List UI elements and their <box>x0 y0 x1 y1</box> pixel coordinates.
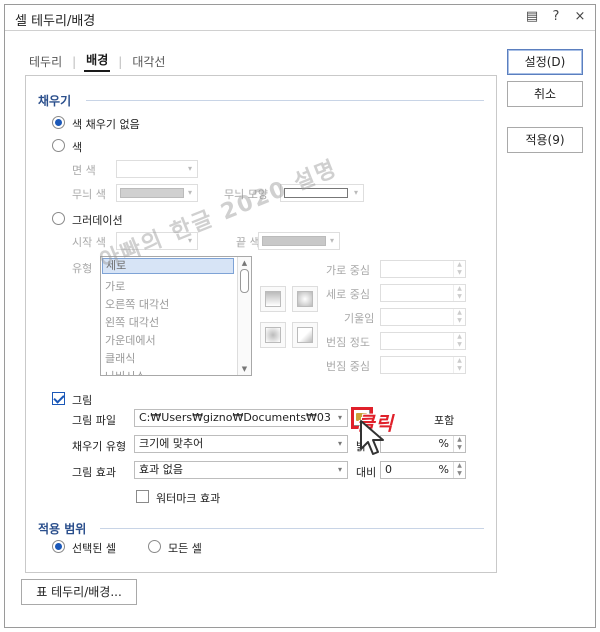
watermark-checkbox[interactable] <box>136 490 149 503</box>
list-item[interactable]: 가로 <box>105 278 125 294</box>
face-color-label: 면 색 <box>72 164 96 177</box>
no-fill-label: 색 채우기 없음 <box>72 118 140 131</box>
tilt-spin[interactable]: ▲ ▼ <box>380 308 466 326</box>
v-center-spin[interactable]: ▲ ▼ <box>380 284 466 302</box>
picture-file-combo[interactable]: C:₩Users₩gizno₩Documents₩03 ▾ <box>134 409 348 427</box>
tab-background[interactable]: 배경 <box>84 51 111 72</box>
no-fill-radio[interactable] <box>52 116 65 129</box>
blur-center-spin[interactable]: ▲ ▼ <box>380 356 466 374</box>
contrast-spin[interactable]: 0 % ▲ ▼ <box>380 461 466 479</box>
table-border-background-button[interactable]: 표 테두리/배경... <box>21 579 137 605</box>
h-center-label: 가로 중심 <box>326 264 370 277</box>
end-color-label: 끝 색 <box>236 236 260 249</box>
picture-effect-combo[interactable]: 효과 없음 ▾ <box>134 461 348 479</box>
selected-cells-radio[interactable] <box>52 540 65 553</box>
dialog-title: 셀 테두리/배경 <box>15 14 96 29</box>
apply-scope-title: 적용 범위 <box>38 522 87 536</box>
pattern-color-label: 무늬 색 <box>72 188 106 201</box>
question-icon[interactable]: ? <box>549 9 563 24</box>
gradient-radio[interactable] <box>52 212 65 225</box>
list-item[interactable]: 왼쪽 대각선 <box>105 314 159 330</box>
tab-border[interactable]: 테두리 <box>27 53 64 70</box>
mouse-cursor-icon <box>360 420 384 455</box>
gradient-label: 그러데이션 <box>72 214 123 227</box>
list-item[interactable]: 가운데에서 <box>105 332 156 348</box>
gradient-preview-tile[interactable] <box>292 322 318 348</box>
tab-strip: 테두리 | 배경 | 대각선 <box>27 51 167 72</box>
cancel-button[interactable]: 취소 <box>507 81 583 107</box>
blur-level-label: 번짐 정도 <box>326 336 370 349</box>
fill-type-combo[interactable]: 크기에 맞추어 ▾ <box>134 435 348 453</box>
all-cells-radio[interactable] <box>148 540 161 553</box>
scroll-thumb[interactable] <box>240 269 249 293</box>
pattern-color-combo[interactable]: ▾ <box>116 184 198 202</box>
list-item[interactable]: 클래식 <box>105 350 135 366</box>
blur-center-label: 번짐 중심 <box>326 360 370 373</box>
color-radio[interactable] <box>52 139 65 152</box>
watermark-label: 워터마크 효과 <box>156 492 221 505</box>
list-item[interactable]: 나비시스 <box>105 368 145 375</box>
list-scrollbar[interactable]: ▲ ▼ <box>237 257 251 375</box>
ok-button[interactable]: 설정(D) <box>507 49 583 75</box>
help-panel-icon[interactable]: ▤ <box>525 9 539 24</box>
h-center-spin[interactable]: ▲ ▼ <box>380 260 466 278</box>
title-bar: 셀 테두리/배경 ▤ ? × <box>5 5 595 31</box>
scroll-down-icon[interactable]: ▼ <box>238 363 251 375</box>
contrast-label: 대비 <box>356 466 377 479</box>
list-item[interactable]: 오른쪽 대각선 <box>105 296 169 312</box>
blur-level-spin[interactable]: ▲ ▼ <box>380 332 466 350</box>
fill-section-title: 채우기 <box>38 94 72 108</box>
title-icons: ▤ ? × <box>525 9 587 24</box>
end-color-combo[interactable]: ▾ <box>258 232 340 250</box>
gradient-preview-tile[interactable] <box>260 286 286 312</box>
tab-diagonal[interactable]: 대각선 <box>130 53 167 70</box>
picture-file-label: 그림 파일 <box>72 414 116 427</box>
brightness-spin[interactable]: % ▲ ▼ <box>380 435 466 453</box>
fill-type-label: 채우기 유형 <box>72 440 127 453</box>
picture-checkbox[interactable] <box>52 392 65 405</box>
gradient-preview-tile[interactable] <box>292 286 318 312</box>
gradient-preview-tile[interactable] <box>260 322 286 348</box>
color-label: 색 <box>72 141 83 154</box>
picture-label: 그림 <box>72 394 93 407</box>
picture-file-path: C:₩Users₩gizno₩Documents₩03 <box>139 411 331 424</box>
background-panel: 채우기 색 채우기 없음 색 면 색 ▾ 무늬 색 ▾ 무늬 모양 ▾ 그러데이… <box>25 75 497 573</box>
selected-cells-label: 선택된 셀 <box>72 542 116 555</box>
tilt-label: 기울임 <box>344 312 375 325</box>
v-center-label: 세로 중심 <box>326 288 370 301</box>
apply-button[interactable]: 적용(9) <box>507 127 583 153</box>
face-color-combo[interactable]: ▾ <box>116 160 198 178</box>
scroll-up-icon[interactable]: ▲ <box>238 257 251 269</box>
include-label: 포함 <box>434 414 455 427</box>
cell-border-background-dialog: 셀 테두리/배경 ▤ ? × 테두리 | 배경 | 대각선 설정(D) 취소 적… <box>4 4 596 628</box>
close-icon[interactable]: × <box>573 9 587 24</box>
picture-effect-label: 그림 효과 <box>72 466 116 479</box>
type-label: 유형 <box>72 262 93 275</box>
gradient-type-list[interactable]: 세로 가로 오른쪽 대각선 왼쪽 대각선 가운데에서 클래식 나비시스 ▲ ▼ <box>100 256 252 376</box>
all-cells-label: 모든 셀 <box>168 542 202 555</box>
